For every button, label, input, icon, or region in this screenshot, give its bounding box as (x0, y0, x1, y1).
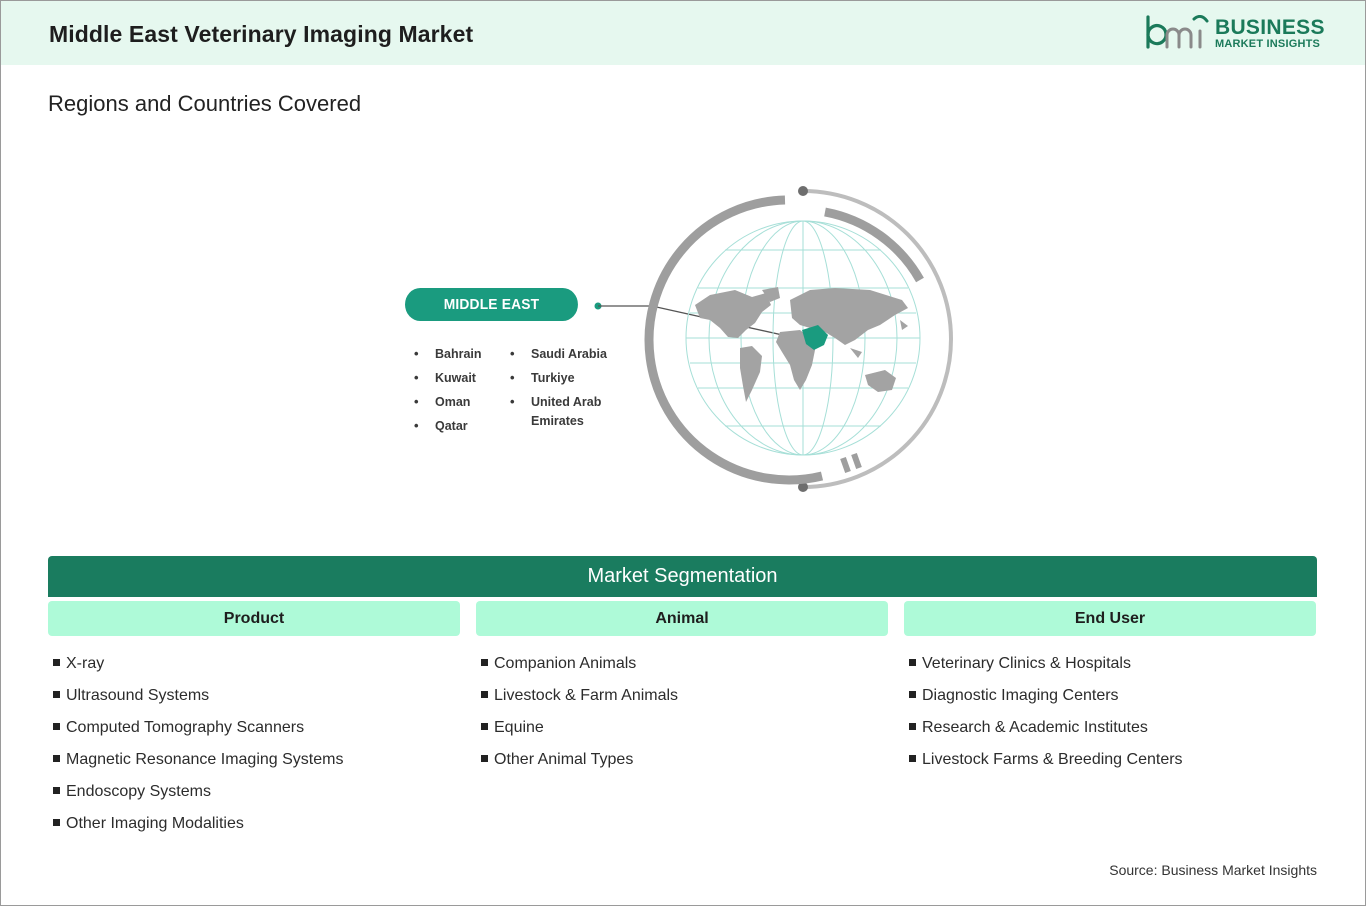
world-globe-icon (644, 186, 953, 492)
segment-list-item: Equine (481, 718, 888, 750)
country-label: Kuwait (435, 371, 476, 385)
segment-item-label: Livestock & Farm Animals (494, 687, 679, 704)
segment-list-item: Livestock & Farm Animals (481, 686, 888, 718)
segment-item-label: Research & Academic Institutes (922, 719, 1148, 736)
country-label: Bahrain (435, 347, 482, 361)
country-item: • Qatar (414, 418, 468, 433)
segment-list-item: Other Animal Types (481, 750, 888, 782)
segment-column-product: Product X-ray Ultrasound Systems Computed T… (48, 601, 460, 846)
brand-logo: BUSINESS MARKET INSIGHTS (1145, 15, 1325, 55)
segment-list-item: Magnetic Resonance Imaging Systems (53, 750, 460, 782)
logo-text-market-insights: MARKET INSIGHTS (1215, 38, 1321, 50)
bullet-square-icon (909, 723, 916, 730)
country-label: Turkiye (531, 371, 575, 385)
header-bar: Middle East Veterinary Imaging Market BU… (1, 1, 1365, 65)
source-note: Source: Business Market Insights (1109, 862, 1317, 878)
country-label: Saudi Arabia (531, 347, 607, 361)
bmi-logo-icon (1146, 15, 1209, 49)
segment-list-item: Livestock Farms & Breeding Centers (909, 750, 1316, 782)
bullet-square-icon (481, 755, 488, 762)
country-label: United Arab (531, 395, 602, 409)
segment-item-label: Other Imaging Modalities (66, 815, 244, 832)
segment-header: Product (48, 601, 460, 636)
country-label: Emirates (531, 414, 584, 428)
regions-section-title: Regions and Countries Covered (48, 91, 362, 116)
segment-list-item: Endoscopy Systems (53, 782, 460, 814)
segment-list-item: X-ray (53, 654, 460, 686)
segment-item-label: Veterinary Clinics & Hospitals (922, 655, 1131, 672)
logo-text-business: BUSINESS (1215, 16, 1325, 39)
segment-item-label: Livestock Farms & Breeding Centers (922, 751, 1183, 768)
country-item: • Oman (414, 394, 471, 409)
segment-item-label: Ultrasound Systems (66, 687, 210, 704)
segment-list-item: Computed Tomography Scanners (53, 718, 460, 750)
segment-list-item: Diagnostic Imaging Centers (909, 686, 1316, 718)
segment-item-label: Other Animal Types (494, 751, 634, 768)
segment-column-end-user: End User Veterinary Clinics & Hospitals Di… (904, 601, 1316, 782)
country-item: • United Arab (510, 394, 602, 409)
segment-item-label: Diagnostic Imaging Centers (922, 687, 1119, 704)
segment-item-label: Magnetic Resonance Imaging Systems (66, 751, 344, 768)
country-label: Oman (435, 395, 471, 409)
bullet-square-icon (53, 723, 60, 730)
segment-list-item: Other Imaging Modalities (53, 814, 460, 846)
segment-item-label: Companion Animals (494, 655, 637, 672)
segment-item-label: Equine (494, 719, 544, 736)
segment-list: X-ray Ultrasound Systems Computed Tomograp… (48, 654, 460, 846)
bullet-square-icon (53, 755, 60, 762)
page-title: Middle East Veterinary Imaging Market (49, 21, 474, 47)
bullet-square-icon (909, 755, 916, 762)
bullet-square-icon (53, 787, 60, 794)
bullet-square-icon (481, 659, 488, 666)
bullet-square-icon (909, 691, 916, 698)
bullet-square-icon (909, 659, 916, 666)
country-item: • Turkiye (510, 370, 575, 385)
country-label: Qatar (435, 419, 468, 433)
segment-list-item: Ultrasound Systems (53, 686, 460, 718)
segment-header: Animal (476, 601, 888, 636)
segment-item-label: X-ray (66, 655, 105, 672)
region-badge-middle-east: MIDDLE EAST (405, 288, 578, 321)
segment-header: End User (904, 601, 1316, 636)
segment-column-animal: Animal Companion Animals Livestock & Farm … (476, 601, 888, 782)
segment-item-label: Computed Tomography Scanners (66, 719, 305, 736)
bullet-square-icon (481, 691, 488, 698)
country-item-continued: Emirates (531, 412, 584, 430)
country-item: • Kuwait (414, 370, 476, 385)
country-item: • Saudi Arabia (510, 346, 607, 361)
segment-list: Veterinary Clinics & Hospitals Diagnostic… (904, 654, 1316, 782)
bullet-square-icon (53, 691, 60, 698)
segment-list-item: Companion Animals (481, 654, 888, 686)
bullet-square-icon (53, 659, 60, 666)
country-item: • Bahrain (414, 346, 482, 361)
segment-list-item: Research & Academic Institutes (909, 718, 1316, 750)
bullet-square-icon (53, 819, 60, 826)
segment-list-item: Veterinary Clinics & Hospitals (909, 654, 1316, 686)
segment-item-label: Endoscopy Systems (66, 783, 211, 800)
market-segmentation-bar: Market Segmentation (48, 556, 1317, 597)
segment-list: Companion Animals Livestock & Farm Animal… (476, 654, 888, 782)
bullet-square-icon (481, 723, 488, 730)
